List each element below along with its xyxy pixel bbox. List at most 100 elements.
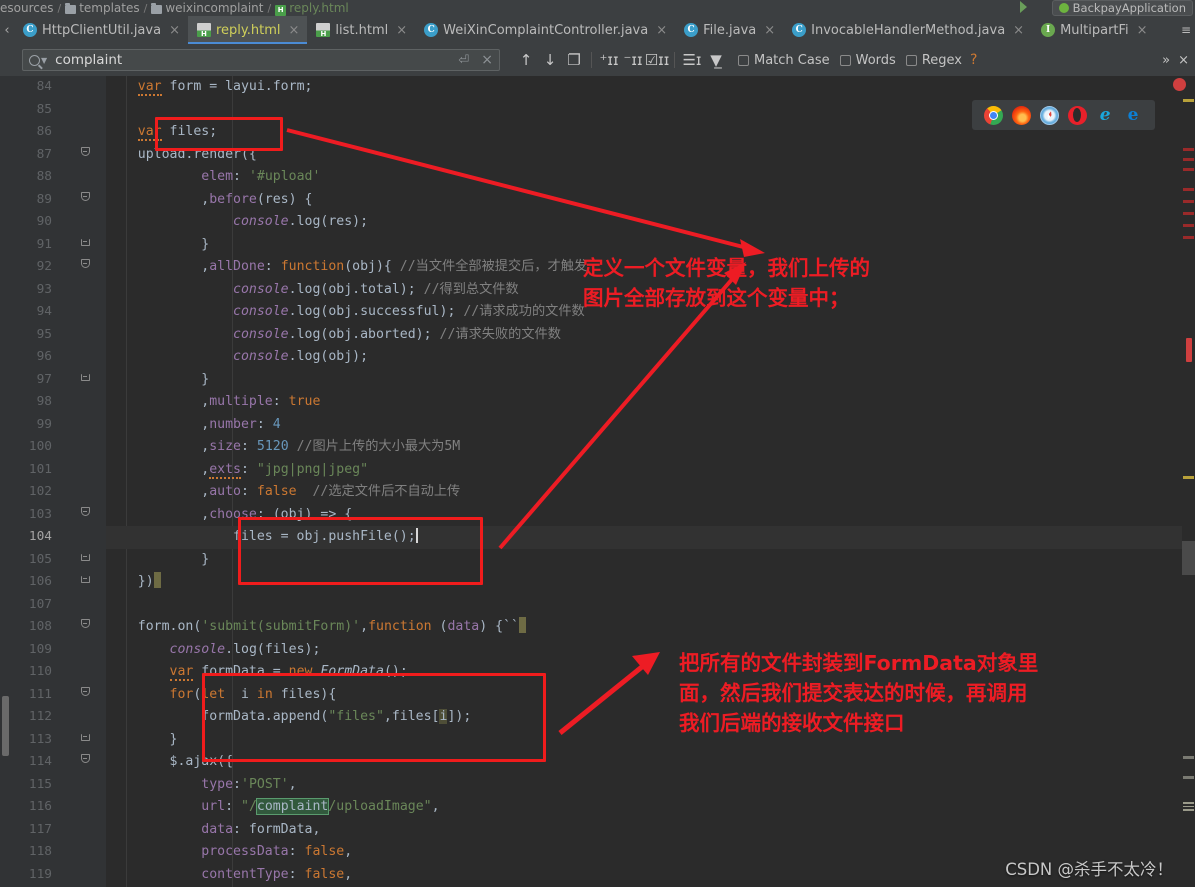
- warning-marker[interactable]: [1183, 99, 1194, 102]
- find-overflow[interactable]: » ×: [1162, 53, 1195, 68]
- error-stripe[interactable]: [1186, 338, 1192, 362]
- warning-marker[interactable]: [1183, 476, 1194, 479]
- tab-file-java[interactable]: C File.java ×: [675, 16, 784, 44]
- code-line[interactable]: 100 ,size: 5120 //图片上传的大小最大为5M: [0, 436, 1195, 459]
- code-line[interactable]: 114 $.ajax({: [0, 751, 1195, 774]
- help-icon[interactable]: ?: [970, 52, 977, 68]
- code-line[interactable]: 117 data: formData,: [0, 819, 1195, 842]
- code-line[interactable]: 99 ,number: 4: [0, 414, 1195, 437]
- menu-icon[interactable]: [1183, 802, 1194, 811]
- code-line[interactable]: 106 }): [0, 571, 1195, 594]
- close-icon[interactable]: ×: [169, 23, 180, 38]
- search-input[interactable]: ▼ complaint ⏎ ×: [22, 49, 500, 71]
- error-marker[interactable]: [1183, 212, 1194, 215]
- chrome-icon[interactable]: [984, 105, 1004, 125]
- code-editor[interactable]: 84 var form = layui.form; 85 86 var files;…: [0, 76, 1195, 887]
- fold-toggle-icon[interactable]: [79, 369, 91, 392]
- firefox-icon[interactable]: [1012, 105, 1032, 125]
- find-next-button[interactable]: ↓: [538, 48, 562, 72]
- fold-toggle-icon[interactable]: [79, 751, 91, 774]
- breadcrumb-item-3[interactable]: reply.html: [289, 1, 349, 15]
- close-icon[interactable]: ×: [396, 23, 407, 38]
- tab-invocablehandlermethod[interactable]: C InvocableHandlerMethod.java ×: [783, 16, 1033, 44]
- breadcrumb-item-1[interactable]: templates: [79, 1, 139, 15]
- code-line[interactable]: 96 console.log(obj);: [0, 346, 1195, 369]
- fold-toggle-icon[interactable]: [79, 684, 91, 707]
- code-line[interactable]: 116 url: "/complaint/uploadImage",: [0, 796, 1195, 819]
- open-in-browser-bar[interactable]: e e: [972, 100, 1155, 130]
- code-line[interactable]: 87 upload.render({: [0, 144, 1195, 167]
- opera-icon[interactable]: [1067, 105, 1087, 125]
- error-marker[interactable]: [1183, 200, 1194, 203]
- breadcrumb-item-0[interactable]: esources: [0, 1, 53, 15]
- error-marker[interactable]: [1183, 158, 1194, 161]
- more-icon[interactable]: »: [1162, 53, 1170, 68]
- tab-httpclientutil[interactable]: C HttpClientUtil.java ×: [14, 16, 188, 44]
- edge-icon[interactable]: e: [1124, 105, 1143, 125]
- code-line[interactable]: 102 ,auto: false //选定文件后不自动上传: [0, 481, 1195, 504]
- code-line[interactable]: 103 ,choose: (obj) => {: [0, 504, 1195, 527]
- close-icon[interactable]: ×: [764, 23, 775, 38]
- error-marker-bar[interactable]: [1182, 76, 1195, 887]
- clear-search-icon[interactable]: ×: [481, 52, 493, 68]
- close-icon[interactable]: ×: [1013, 23, 1024, 38]
- words-checkbox[interactable]: Words: [839, 53, 896, 68]
- code-lines[interactable]: 84 var form = layui.form; 85 86 var files;…: [0, 76, 1195, 886]
- code-line[interactable]: 105 }: [0, 549, 1195, 572]
- checkbox-box[interactable]: [839, 54, 851, 66]
- error-marker[interactable]: [1183, 224, 1194, 227]
- internet-explorer-icon[interactable]: e: [1096, 105, 1115, 125]
- error-marker[interactable]: [1183, 148, 1194, 151]
- find-previous-button[interactable]: ↑: [514, 48, 538, 72]
- code-line[interactable]: 115 type:'POST',: [0, 774, 1195, 797]
- tab-scroll-left-icon[interactable]: ‹: [0, 16, 14, 44]
- close-find-icon[interactable]: ×: [1178, 53, 1189, 68]
- error-marker[interactable]: [1183, 236, 1194, 239]
- remove-selection-button[interactable]: ⁻ɪɪ: [621, 48, 645, 72]
- code-line[interactable]: 84 var form = layui.form;: [0, 76, 1195, 99]
- code-line[interactable]: 107: [0, 594, 1195, 617]
- checkbox-box[interactable]: [738, 54, 749, 66]
- error-marker[interactable]: [1183, 188, 1194, 191]
- fold-toggle-icon[interactable]: [79, 144, 91, 167]
- tab-list-icon[interactable]: ≡: [1181, 23, 1191, 37]
- add-selection-button[interactable]: ⁺ɪɪ: [597, 48, 621, 72]
- fold-toggle-icon[interactable]: [79, 729, 91, 752]
- code-line[interactable]: 90 console.log(res);: [0, 211, 1195, 234]
- fold-toggle-icon[interactable]: [79, 234, 91, 257]
- code-line[interactable]: 97 }: [0, 369, 1195, 392]
- code-line[interactable]: 98 ,multiple: true: [0, 391, 1195, 414]
- close-icon[interactable]: ×: [656, 23, 667, 38]
- enter-key-icon[interactable]: ⏎: [458, 53, 469, 68]
- breadcrumb-item-2[interactable]: weixincomplaint: [165, 1, 263, 15]
- tab-weixincomplaintcontroller[interactable]: C WeiXinComplaintController.java ×: [415, 16, 676, 44]
- code-line[interactable]: 104 files = obj.pushFile();: [0, 526, 1195, 549]
- error-indicator-icon[interactable]: [1173, 78, 1186, 91]
- filter-button[interactable]: ▼̲: [704, 48, 728, 72]
- code-line[interactable]: 101 ,exts: "jpg|png|jpeg": [0, 459, 1195, 482]
- match-case-checkbox[interactable]: Match Case: [738, 53, 830, 68]
- regex-checkbox[interactable]: Regex: [905, 53, 962, 68]
- todo-marker[interactable]: [1183, 776, 1194, 779]
- run-configuration-selector[interactable]: BackpayApplication: [1051, 0, 1193, 16]
- error-marker[interactable]: [1183, 168, 1194, 171]
- find-in-selection-button[interactable]: ❐: [562, 48, 586, 72]
- editor-scrollbar-thumb[interactable]: [1182, 541, 1195, 575]
- fold-toggle-icon[interactable]: [79, 189, 91, 212]
- code-line[interactable]: 88 elem: '#upload': [0, 166, 1195, 189]
- close-icon[interactable]: ×: [1137, 23, 1148, 38]
- fold-toggle-icon[interactable]: [79, 549, 91, 572]
- tab-reply-html[interactable]: H reply.html ×: [187, 16, 308, 44]
- tab-multipartfile[interactable]: I MultipartFi ×: [1032, 16, 1156, 44]
- select-all-occurrences-button[interactable]: ☑ɪɪ: [645, 48, 670, 72]
- safari-icon[interactable]: [1040, 105, 1060, 125]
- todo-marker[interactable]: [1183, 756, 1194, 759]
- fold-toggle-icon[interactable]: [79, 504, 91, 527]
- run-button-icon[interactable]: [1020, 1, 1027, 13]
- code-line[interactable]: 95 console.log(obj.aborted); //请求失败的文件数: [0, 324, 1195, 347]
- find-all-button[interactable]: ☰ɪ: [680, 48, 704, 72]
- fold-toggle-icon[interactable]: [79, 571, 91, 594]
- tab-list-html[interactable]: H list.html ×: [307, 16, 416, 44]
- tab-overflow-controls[interactable]: ≡: [1181, 16, 1195, 44]
- code-line[interactable]: 108 form.on('submit(submitForm)',functio…: [0, 616, 1195, 639]
